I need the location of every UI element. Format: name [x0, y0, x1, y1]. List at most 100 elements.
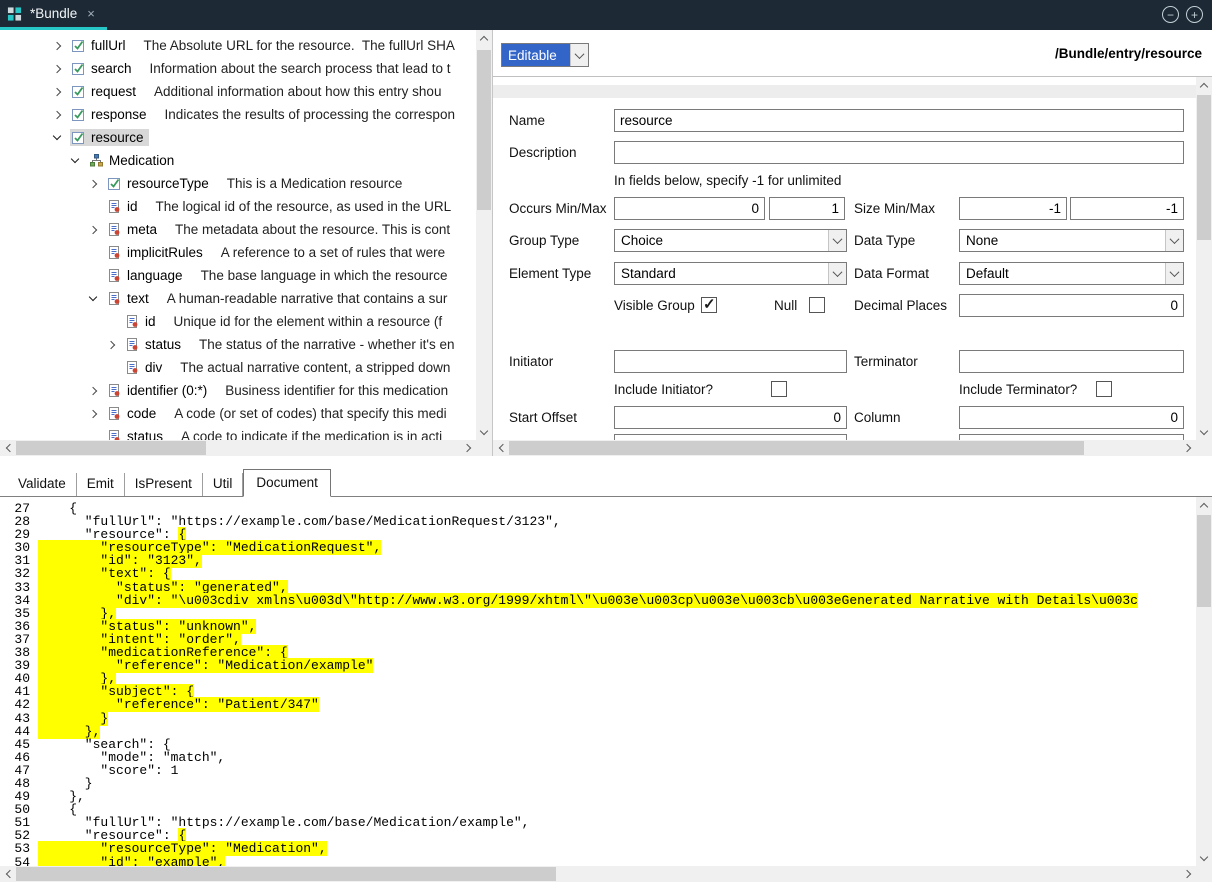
- tab-util[interactable]: Util: [203, 473, 244, 496]
- chevron-right-icon[interactable]: [52, 112, 70, 118]
- chevron-right-icon[interactable]: [88, 388, 106, 394]
- scroll-thumb[interactable]: [16, 441, 206, 455]
- include-initiator-checkbox[interactable]: [771, 381, 787, 397]
- schema-tree[interactable]: fullUrlThe Absolute URL for the resource…: [0, 30, 476, 440]
- tab-validate[interactable]: Validate: [8, 473, 77, 496]
- occurs-min-input[interactable]: [614, 197, 765, 220]
- tree-item-resourcetype[interactable]: resourceTypeThis is a Medication resourc…: [0, 172, 476, 195]
- include-terminator-checkbox[interactable]: [1096, 381, 1112, 397]
- chevron-down-icon[interactable]: [570, 44, 588, 66]
- group-type-select[interactable]: Choice: [614, 229, 847, 252]
- collapse-all-button[interactable]: −: [1162, 6, 1179, 23]
- chevron-right-icon[interactable]: [88, 181, 106, 187]
- scroll-left-button[interactable]: [0, 866, 16, 882]
- tree-item-selection[interactable]: id: [106, 198, 143, 215]
- visible-group-checkbox[interactable]: [701, 297, 717, 313]
- size-max-input[interactable]: [1070, 197, 1184, 220]
- data-type-select[interactable]: None: [959, 229, 1184, 252]
- size-min-input[interactable]: [959, 197, 1067, 220]
- document-vertical-scrollbar[interactable]: [1196, 497, 1212, 866]
- tree-item-code[interactable]: codeA code (or set of codes) that specif…: [0, 402, 476, 425]
- decimal-places-input[interactable]: [959, 294, 1184, 317]
- tree-item-medication[interactable]: Medication: [0, 149, 476, 172]
- tree-item-selection[interactable]: language: [106, 267, 188, 284]
- tree-item-selection[interactable]: div: [124, 359, 167, 376]
- expand-all-button[interactable]: +: [1186, 6, 1203, 23]
- scroll-up-button[interactable]: [476, 30, 492, 46]
- document-tab-bundle[interactable]: *Bundle ×: [0, 0, 107, 30]
- edit-mode-select[interactable]: Editable: [501, 43, 589, 67]
- column-input[interactable]: [959, 406, 1184, 429]
- tree-item-selection[interactable]: id: [124, 313, 161, 330]
- properties-vertical-scrollbar[interactable]: [1196, 77, 1212, 440]
- tree-item-selection[interactable]: status: [106, 428, 168, 440]
- description-input[interactable]: [614, 141, 1184, 164]
- tree-item-meta[interactable]: metaThe metadata about the resource. Thi…: [0, 218, 476, 241]
- start-offset-input[interactable]: [614, 406, 847, 429]
- tree-item-identifier-0[interactable]: identifier (0:*)Business identifier for …: [0, 379, 476, 402]
- chevron-down-icon[interactable]: [1165, 263, 1183, 284]
- tree-item-implicitrules[interactable]: implicitRulesA reference to a set of rul…: [0, 241, 476, 264]
- scroll-left-button[interactable]: [0, 440, 16, 456]
- chevron-down-icon[interactable]: [828, 230, 846, 251]
- chevron-right-icon[interactable]: [88, 411, 106, 417]
- document-horizontal-scrollbar[interactable]: [0, 866, 1196, 882]
- scroll-right-button[interactable]: [1180, 866, 1196, 882]
- properties-horizontal-scrollbar[interactable]: [493, 440, 1196, 456]
- tree-vertical-scrollbar[interactable]: [476, 30, 492, 440]
- terminator-input[interactable]: [959, 350, 1184, 373]
- tree-item-status[interactable]: statusA code to indicate if the medicati…: [0, 425, 476, 440]
- scroll-thumb[interactable]: [1197, 515, 1211, 607]
- data-format-select[interactable]: Default: [959, 262, 1184, 285]
- tree-item-selection[interactable]: code: [106, 405, 161, 422]
- tree-item-selection[interactable]: text: [106, 290, 154, 307]
- tree-item-selection[interactable]: status: [124, 336, 186, 353]
- element-type-select[interactable]: Standard: [614, 262, 847, 285]
- tree-item-request[interactable]: requestAdditional information about how …: [0, 80, 476, 103]
- tab-document[interactable]: Document: [243, 469, 331, 497]
- tree-item-selection[interactable]: resource: [70, 129, 149, 146]
- scroll-left-button[interactable]: [493, 440, 509, 456]
- tree-item-selection[interactable]: Medication: [88, 152, 179, 169]
- scroll-up-button[interactable]: [1196, 497, 1212, 513]
- scroll-down-button[interactable]: [1196, 424, 1212, 440]
- tree-item-selection[interactable]: fullUrl: [70, 37, 131, 54]
- tree-item-selection[interactable]: identifier (0:*): [106, 382, 212, 399]
- chevron-down-icon[interactable]: [828, 263, 846, 284]
- document-view[interactable]: 27 {28 "fullUrl": "https://example.com/b…: [0, 497, 1196, 866]
- chevron-right-icon[interactable]: [52, 89, 70, 95]
- chevron-down-icon[interactable]: [52, 136, 70, 139]
- tree-item-text[interactable]: textA human-readable narrative that cont…: [0, 287, 476, 310]
- initiator-input[interactable]: [614, 350, 847, 373]
- scroll-thumb[interactable]: [1197, 95, 1211, 240]
- chevron-right-icon[interactable]: [52, 43, 70, 49]
- tree-horizontal-scrollbar[interactable]: [0, 440, 476, 456]
- close-tab-icon[interactable]: ×: [87, 6, 95, 21]
- tree-item-response[interactable]: responseIndicates the results of process…: [0, 103, 476, 126]
- scroll-up-button[interactable]: [1196, 77, 1212, 93]
- tab-ispresent[interactable]: IsPresent: [125, 473, 203, 496]
- scroll-right-button[interactable]: [1180, 440, 1196, 456]
- chevron-right-icon[interactable]: [52, 66, 70, 72]
- chevron-down-icon[interactable]: [88, 297, 106, 300]
- tree-item-resource[interactable]: resource: [0, 126, 476, 149]
- tab-emit[interactable]: Emit: [77, 473, 125, 496]
- tree-item-selection[interactable]: implicitRules: [106, 244, 208, 261]
- chevron-right-icon[interactable]: [88, 227, 106, 233]
- name-input[interactable]: [614, 109, 1184, 132]
- scroll-right-button[interactable]: [460, 440, 476, 456]
- scroll-thumb[interactable]: [16, 867, 556, 881]
- occurs-max-input[interactable]: [769, 197, 845, 220]
- tree-item-div[interactable]: divThe actual narrative content, a strip…: [0, 356, 476, 379]
- tree-item-selection[interactable]: meta: [106, 221, 162, 238]
- tree-item-id[interactable]: idUnique id for the element within a res…: [0, 310, 476, 333]
- tree-item-language[interactable]: languageThe base language in which the r…: [0, 264, 476, 287]
- tree-item-selection[interactable]: request: [70, 83, 141, 100]
- tree-item-selection[interactable]: response: [70, 106, 152, 123]
- null-checkbox[interactable]: [809, 297, 825, 313]
- tree-item-selection[interactable]: resourceType: [106, 175, 214, 192]
- tree-item-selection[interactable]: search: [70, 60, 137, 77]
- scroll-down-button[interactable]: [476, 424, 492, 440]
- tree-item-search[interactable]: searchInformation about the search proce…: [0, 57, 476, 80]
- scroll-thumb[interactable]: [477, 50, 491, 210]
